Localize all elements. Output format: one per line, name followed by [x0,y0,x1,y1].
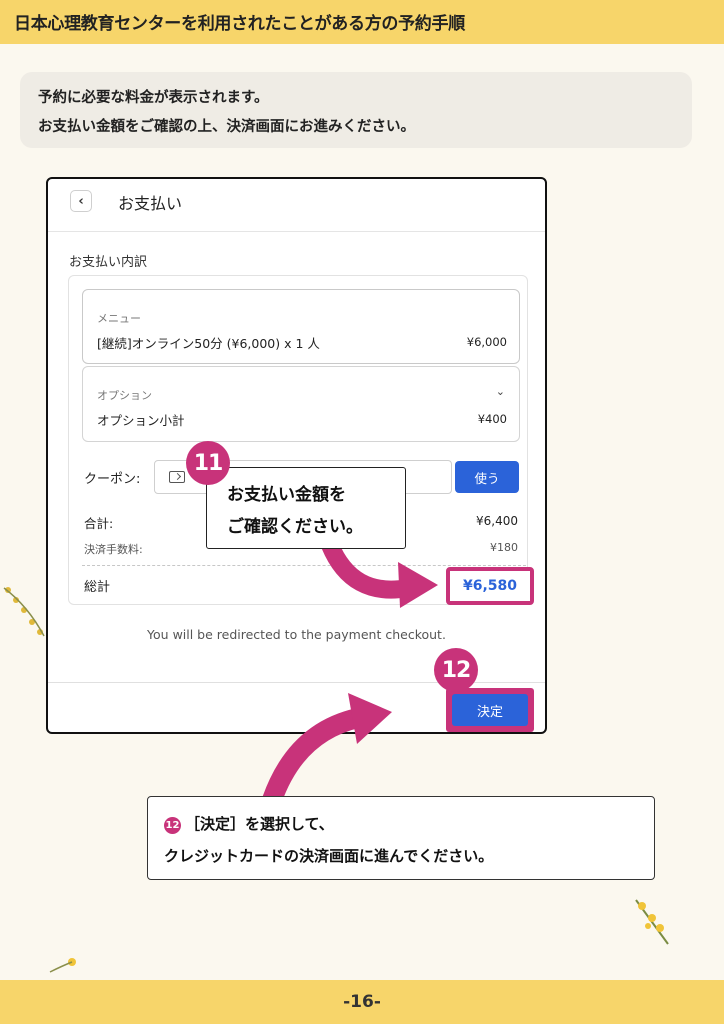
step-badge-12-small: 12 [164,817,181,834]
callout-12: 12 ［決定］を選択して、 クレジットカードの決済画面に進んでください。 [147,796,655,880]
callout-11-line-2: ご確認ください。 [227,517,363,537]
intro-line-2: お支払い金額をご確認の上、決済画面にお進みください。 [38,119,415,135]
option-label: オプション [97,389,152,402]
callout-11-line-1: お支払い金額を [227,485,346,505]
intro-line-1: 予約に必要な料金が表示されます。 [38,90,269,106]
callout-12-line-2: クレジットカードの決済画面に進んでください。 [164,847,494,865]
header-band: 日本心理教育センターを利用されたことがある方の予約手順 [0,0,724,44]
chevron-left-icon: ‹ [78,193,84,209]
step-badge-12: 12 [434,648,478,692]
menu-label: メニュー [97,312,141,325]
fee-label: 決済手数料: [84,543,143,556]
total-divider [82,565,526,566]
flower-bottom-icon [49,958,76,973]
option-card[interactable]: オプション ⌄ オプション小計 ¥400 [82,366,520,442]
step-badge-11: 11 [186,441,230,485]
back-button[interactable]: ‹ [70,190,92,212]
total-highlight: ¥6,580 [446,567,534,605]
coupon-apply-button[interactable]: 使う [455,461,519,493]
footer-band: -16- [0,980,724,1024]
decide-button[interactable]: 決定 [452,694,528,726]
header-divider [48,231,545,232]
payment-screen: ‹ お支払い お支払い内訳 メニュー [継続]オンライン50分 (¥6,000)… [46,177,547,734]
callout-12-line-1-text: ［決定］を選択して、 [185,815,334,833]
redirect-note: You will be redirected to the payment ch… [147,627,446,642]
menu-price: ¥6,000 [466,335,507,349]
option-price: ¥400 [477,412,507,426]
page-title: 日本心理教育センターを利用されたことがある方の予約手順 [14,14,465,34]
total-value: ¥6,580 [462,578,518,594]
callout-12-line-1: 12 ［決定］を選択して、 [164,813,334,834]
flower-left-icon [3,587,45,637]
intro-box: 予約に必要な料金が表示されます。 お支払い金額をご確認の上、決済画面にお進みくだ… [20,72,692,148]
flower-right-icon [635,899,669,945]
callout-11: お支払い金額を ご確認ください。 [206,467,406,549]
menu-card: メニュー [継続]オンライン50分 (¥6,000) x 1 人 ¥6,000 [82,289,520,364]
chevron-down-icon[interactable]: ⌄ [496,385,505,398]
section-title: お支払い内訳 [69,255,148,270]
subtotal-value: ¥6,400 [476,514,518,528]
screen-title: お支払い [118,194,183,213]
menu-item: [継続]オンライン50分 (¥6,000) x 1 人 [97,336,320,351]
coupon-label: クーポン: [84,472,141,487]
total-label: 総計 [84,580,111,595]
option-item: オプション小計 [97,413,185,428]
fee-value: ¥180 [490,541,518,554]
subtotal-label: 合計: [84,516,114,531]
coupon-icon [169,471,185,483]
page-number: -16- [343,992,381,1012]
